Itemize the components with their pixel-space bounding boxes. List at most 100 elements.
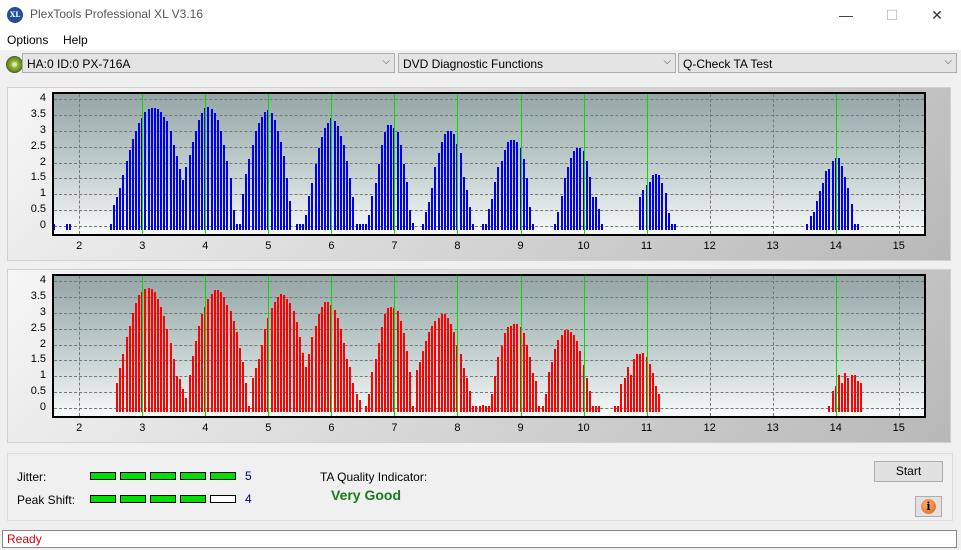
histogram-bar — [853, 374, 856, 412]
histogram-bar — [116, 196, 119, 230]
lower-chart-panel: 0 0.5 1 1.5 2 2.5 3 3.5 4 2 3 4 5 6 7 8 9 10 11 12 13 14 15 — [7, 269, 951, 443]
drive-select-value: HA:0 ID:0 PX-716A — [27, 57, 131, 71]
meter-segment — [120, 495, 146, 503]
y-tick-label: 1.5 — [30, 171, 46, 184]
histogram-bar — [352, 197, 355, 230]
histogram-bar — [317, 148, 320, 230]
histogram-bar — [560, 195, 563, 230]
maximize-button[interactable]: ☐ — [869, 0, 915, 30]
grid-line-h — [54, 312, 924, 314]
histogram-bar — [573, 335, 576, 412]
histogram-bar — [235, 331, 238, 412]
histogram-bar — [254, 130, 257, 230]
info-button[interactable]: i — [915, 496, 942, 517]
histogram-bar — [443, 314, 446, 412]
histogram-bar — [661, 183, 664, 230]
histogram-bar — [377, 343, 380, 412]
meter-segment — [120, 472, 146, 480]
histogram-bar — [138, 122, 141, 230]
grid-line-h — [54, 99, 924, 101]
histogram-bar — [201, 113, 204, 230]
histogram-bar — [459, 354, 462, 412]
upper-ta-histogram-plot-area — [52, 92, 926, 236]
histogram-bar — [166, 121, 169, 230]
histogram-bar — [837, 374, 840, 412]
histogram-bar — [595, 406, 598, 412]
histogram-bar — [815, 200, 818, 230]
reference-line — [331, 94, 333, 234]
x-tick-label: 9 — [517, 240, 524, 252]
histogram-bar — [500, 161, 503, 230]
grid-line-h — [54, 162, 924, 164]
menu-options[interactable]: Options — [7, 33, 48, 47]
x-tick-label: 9 — [517, 422, 524, 434]
ta-quality-value: Very Good — [331, 487, 402, 503]
histogram-bar — [371, 371, 374, 412]
x-tick-label: 14 — [829, 240, 842, 252]
histogram-bar — [528, 357, 531, 412]
histogram-bar — [850, 374, 853, 412]
jitter-label: Jitter: — [17, 470, 47, 484]
histogram-bar — [513, 140, 516, 230]
histogram-bar — [125, 336, 128, 412]
function-select[interactable]: DVD Diagnostic Functions ⌵ — [398, 53, 676, 73]
histogram-bar — [465, 377, 468, 412]
histogram-bar — [831, 390, 834, 412]
histogram-bar — [551, 362, 554, 412]
histogram-bar — [305, 371, 308, 412]
close-button[interactable]: ✕ — [914, 0, 960, 30]
x-tick-label: 8 — [454, 422, 461, 434]
test-select[interactable]: Q-Check TA Test ⌵ — [678, 53, 957, 73]
histogram-bar — [497, 357, 500, 412]
histogram-bar — [358, 224, 361, 230]
histogram-bar — [179, 379, 182, 412]
histogram-bar — [383, 132, 386, 230]
grid-line-v — [898, 276, 900, 416]
histogram-bar — [636, 354, 639, 412]
histogram-bar — [213, 113, 216, 230]
histogram-bar — [847, 377, 850, 412]
menu-help[interactable]: Help — [63, 33, 88, 47]
reference-line — [520, 276, 522, 416]
histogram-bar — [286, 298, 289, 412]
drive-select[interactable]: HA:0 ID:0 PX-716A ⌵ — [22, 53, 395, 73]
histogram-bar — [68, 224, 71, 230]
histogram-bar — [648, 363, 651, 412]
lower-ta-histogram-plot-area — [52, 274, 926, 418]
histogram-bar — [172, 145, 175, 230]
histogram-bar — [651, 373, 654, 412]
histogram-bar — [488, 208, 490, 230]
histogram-bar — [346, 161, 349, 230]
reference-line — [331, 276, 333, 416]
histogram-bar — [213, 290, 216, 412]
minimize-button[interactable]: — — [823, 0, 869, 30]
histogram-bar — [131, 138, 134, 230]
start-button[interactable]: Start — [874, 461, 943, 482]
histogram-bar — [614, 406, 617, 412]
histogram-bar — [569, 157, 572, 230]
chevron-down-icon: ⌵ — [382, 56, 390, 67]
histogram-bar — [566, 167, 569, 230]
histogram-bar — [333, 121, 336, 230]
histogram-bar — [201, 314, 204, 412]
histogram-bar — [273, 301, 276, 412]
histogram-bar — [825, 170, 828, 230]
histogram-bar — [626, 366, 629, 412]
histogram-bar — [172, 358, 175, 412]
x-tick-label: 8 — [454, 240, 461, 252]
histogram-bar — [469, 206, 472, 230]
x-tick-label: 13 — [766, 240, 779, 252]
histogram-bar — [522, 333, 525, 412]
x-tick-label: 4 — [202, 422, 209, 434]
histogram-bar — [179, 168, 182, 230]
histogram-bar — [617, 406, 620, 412]
histogram-bar — [194, 130, 197, 230]
histogram-bar — [585, 377, 588, 412]
histogram-bar — [447, 130, 450, 230]
histogram-bar — [387, 124, 390, 230]
reference-line — [394, 94, 396, 234]
histogram-bar — [443, 134, 446, 230]
histogram-bar — [428, 202, 431, 230]
histogram-bar — [406, 181, 409, 230]
histogram-bar — [163, 116, 166, 230]
